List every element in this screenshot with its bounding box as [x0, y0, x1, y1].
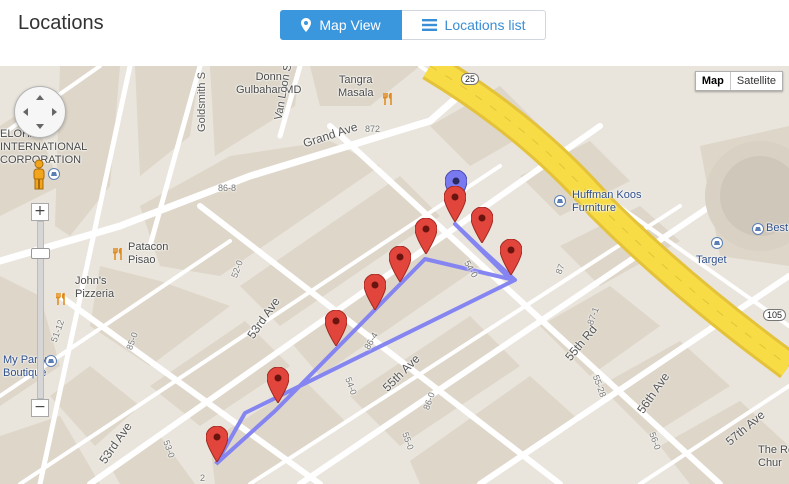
map-type-satellite-button[interactable]: Satellite [731, 72, 782, 90]
marker-2[interactable] [470, 206, 494, 248]
marker-5[interactable] [388, 245, 412, 287]
zoom-slider-handle[interactable] [31, 248, 50, 259]
pan-control[interactable] [14, 86, 66, 138]
restaurant-icon [113, 248, 122, 260]
address-label: 2 [200, 473, 206, 483]
shopping-icon [45, 355, 57, 367]
poi-tangra: Tangra Masala [338, 74, 374, 99]
pan-arrows-icon [23, 95, 57, 129]
poi-patacon: Patacon Pisao [128, 241, 169, 266]
marker-1[interactable] [443, 185, 467, 227]
map-type-map-button[interactable]: Map [696, 72, 731, 90]
highway-shield-105: 105 [763, 309, 787, 321]
view-toggle: Map View Locations list [280, 10, 546, 40]
restaurant-icon [56, 293, 65, 305]
shopping-icon [752, 223, 764, 235]
address-label: 86-8 [218, 183, 237, 193]
marker-3[interactable] [499, 238, 523, 280]
address-label: 872 [365, 124, 381, 134]
zoom-in-button[interactable]: + [31, 203, 49, 221]
highway-shield-25: 25 [461, 73, 480, 85]
list-icon [421, 19, 437, 31]
marker-7[interactable] [324, 309, 348, 351]
poi-best: Best [766, 222, 789, 234]
poi-huffman: Huffman Koos Furniture [572, 189, 642, 214]
map-canvas[interactable]: 25 105 ELOHAR INTERNATIONAL CORPORATION … [0, 66, 789, 484]
locations-list-label: Locations list [444, 17, 526, 33]
street-view-pegman-icon[interactable] [28, 159, 50, 191]
map-view-label: Map View [319, 17, 381, 33]
map-view-button[interactable]: Map View [280, 10, 402, 40]
map-pin-icon [301, 18, 312, 32]
shopping-icon [554, 195, 566, 207]
poi-target: Target [696, 254, 727, 266]
marker-9[interactable] [205, 425, 229, 467]
marker-4[interactable] [414, 217, 438, 259]
street-goldsmith: Goldsmith S [195, 72, 208, 132]
marker-6[interactable] [363, 273, 387, 315]
zoom-out-button[interactable]: − [31, 399, 49, 417]
restaurant-icon [383, 93, 392, 105]
locations-list-button[interactable]: Locations list [402, 10, 546, 40]
poi-johns: John's Pizzeria [75, 275, 115, 300]
poi-church: The Ro Chur [758, 444, 789, 469]
map-type-control: Map Satellite [694, 71, 783, 91]
page-title: Locations [18, 12, 104, 34]
marker-8[interactable] [266, 366, 290, 408]
header-bar: Locations Map View Locations list [0, 0, 789, 66]
shopping-icon [711, 237, 723, 249]
